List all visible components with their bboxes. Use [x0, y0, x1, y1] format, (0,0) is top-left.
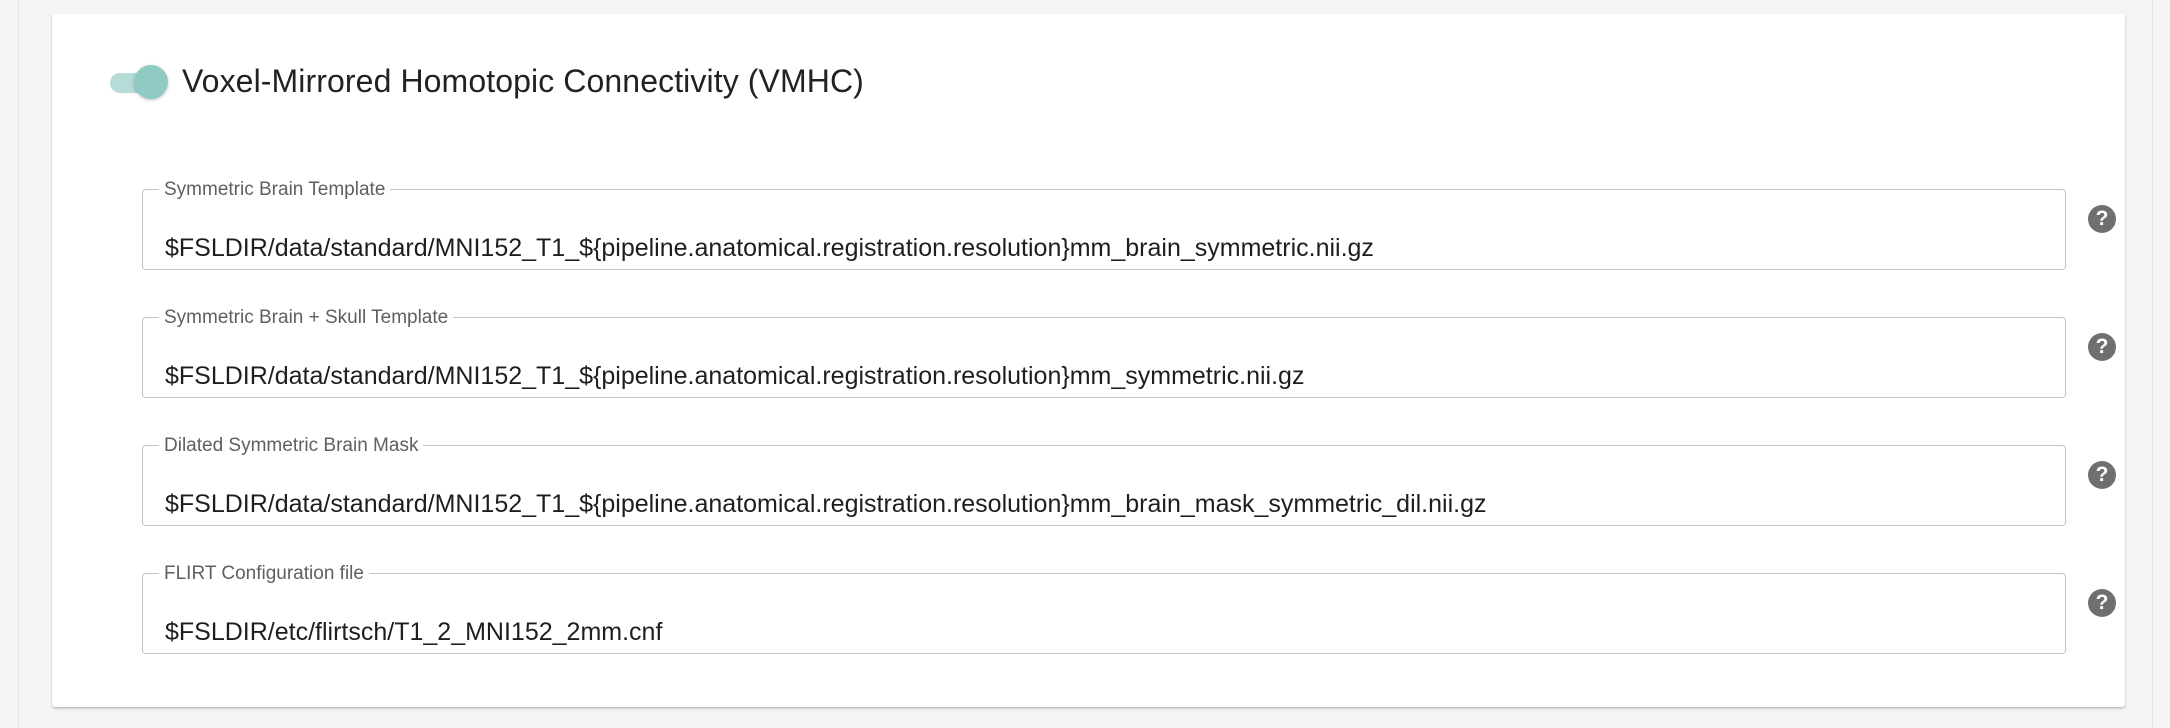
left-divider [18, 0, 19, 728]
dilated-symmetric-brain-mask-field: Dilated Symmetric Brain Mask [142, 436, 2066, 526]
vmhc-enable-toggle[interactable] [108, 61, 170, 101]
field-row-dilated-symmetric-brain-mask: Dilated Symmetric Brain Mask ? [142, 436, 2142, 526]
dilated-symmetric-brain-mask-input[interactable] [165, 487, 2045, 521]
flirt-configuration-file-input[interactable] [165, 615, 2045, 649]
section-title: Voxel-Mirrored Homotopic Connectivity (V… [182, 62, 864, 99]
vmhc-settings-card: Voxel-Mirrored Homotopic Connectivity (V… [52, 14, 2125, 707]
toggle-thumb[interactable] [134, 65, 168, 99]
question-circle-icon[interactable]: ? [2088, 333, 2116, 361]
symmetric-brain-skull-template-input[interactable] [165, 359, 2045, 393]
field-label: Symmetric Brain Template [164, 179, 386, 200]
question-circle-icon[interactable]: ? [2088, 461, 2116, 489]
field-label: Symmetric Brain + Skull Template [164, 307, 449, 328]
field-label: FLIRT Configuration file [164, 563, 364, 584]
question-circle-icon[interactable]: ? [2088, 589, 2116, 617]
symmetric-brain-skull-template-field: Symmetric Brain + Skull Template [142, 308, 2066, 398]
field-row-flirt-configuration-file: FLIRT Configuration file ? [142, 564, 2142, 654]
right-divider [2152, 0, 2153, 728]
symmetric-brain-template-field: Symmetric Brain Template [142, 180, 2066, 270]
field-row-symmetric-brain-skull-template: Symmetric Brain + Skull Template ? [142, 308, 2142, 398]
flirt-configuration-file-field: FLIRT Configuration file [142, 564, 2066, 654]
field-row-symmetric-brain-template: Symmetric Brain Template ? [142, 180, 2142, 270]
page: Voxel-Mirrored Homotopic Connectivity (V… [0, 0, 2170, 728]
symmetric-brain-template-input[interactable] [165, 231, 2045, 265]
field-label: Dilated Symmetric Brain Mask [164, 435, 419, 456]
question-circle-icon[interactable]: ? [2088, 205, 2116, 233]
section-header: Voxel-Mirrored Homotopic Connectivity (V… [108, 54, 864, 108]
